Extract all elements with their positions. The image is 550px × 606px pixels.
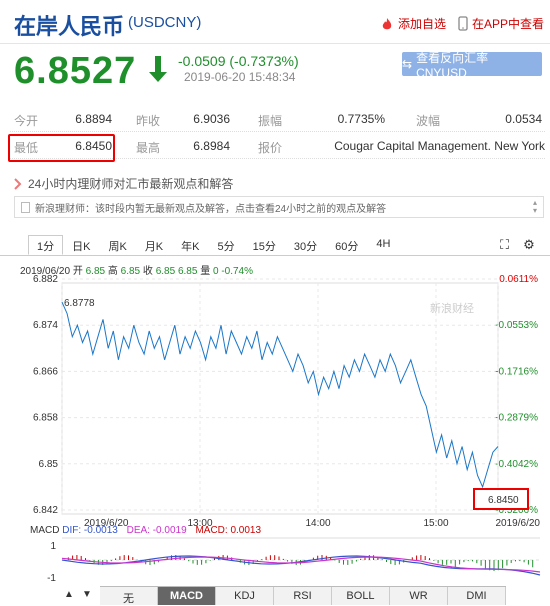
indicator-tabs: 无 MACD KDJ RSI BOLL WR DMI [100,586,506,605]
scroll-up-icon[interactable]: ▲ [64,589,74,600]
y-tick-label: 6.858 [33,413,58,424]
indicator-tab-dmi[interactable]: DMI [448,587,506,605]
low-price-label: 6.8450 [488,495,519,506]
macd-legend: MACD DIF: -0.0013 DEA: -0.0019 MACD: 0.0… [30,525,261,536]
pct-tick-label: -0.1716% [495,366,538,377]
macd-dif: DIF: -0.0013 [62,525,118,536]
pct-tick-label: -0.0553% [495,320,538,331]
price-chart[interactable]: 6.882 0.0611% 6.874 -0.0553% 6.866 -0.1716% 6.… [0,0,550,605]
y-tick-label: 6.874 [33,320,58,331]
high-price-label: 6.8778 [64,298,95,309]
plot-frame [61,282,499,515]
indicator-tab-rsi[interactable]: RSI [274,587,332,605]
x-tick-label: 14:00 [305,518,330,529]
y-tick-label: 6.866 [33,366,58,377]
pct-tick-label: 0.0611% [499,274,538,285]
indicator-tab-boll[interactable]: BOLL [332,587,390,605]
macd-dea: DEA: -0.0019 [126,525,187,536]
scroll-down-icon[interactable]: ▼ [82,589,92,600]
watermark: 新浪财经 [430,301,474,315]
indicator-tab-none[interactable]: 无 [100,587,158,605]
y-tick-label: 6.882 [33,274,58,285]
macd-dif-line [61,555,541,576]
y-tick-label: 6.842 [33,505,58,516]
indicator-tab-kdj[interactable]: KDJ [216,587,274,605]
price-line [61,301,499,489]
y-tick-label: 6.85 [39,459,59,470]
pct-tick-label: -0.4042% [495,459,538,470]
macd-tick-label: -1 [47,573,56,584]
macd-tick-label: 1 [50,541,56,552]
x-tick-label: 15:00 [423,518,448,529]
x-tick-label: 2019/6/20 [496,518,541,529]
pct-tick-label: -0.2879% [495,413,538,424]
indicator-tab-wr[interactable]: WR [390,587,448,605]
macd-title: MACD [30,525,60,536]
macd-value: MACD: 0.0013 [195,525,262,536]
indicator-tab-macd[interactable]: MACD [158,587,216,605]
